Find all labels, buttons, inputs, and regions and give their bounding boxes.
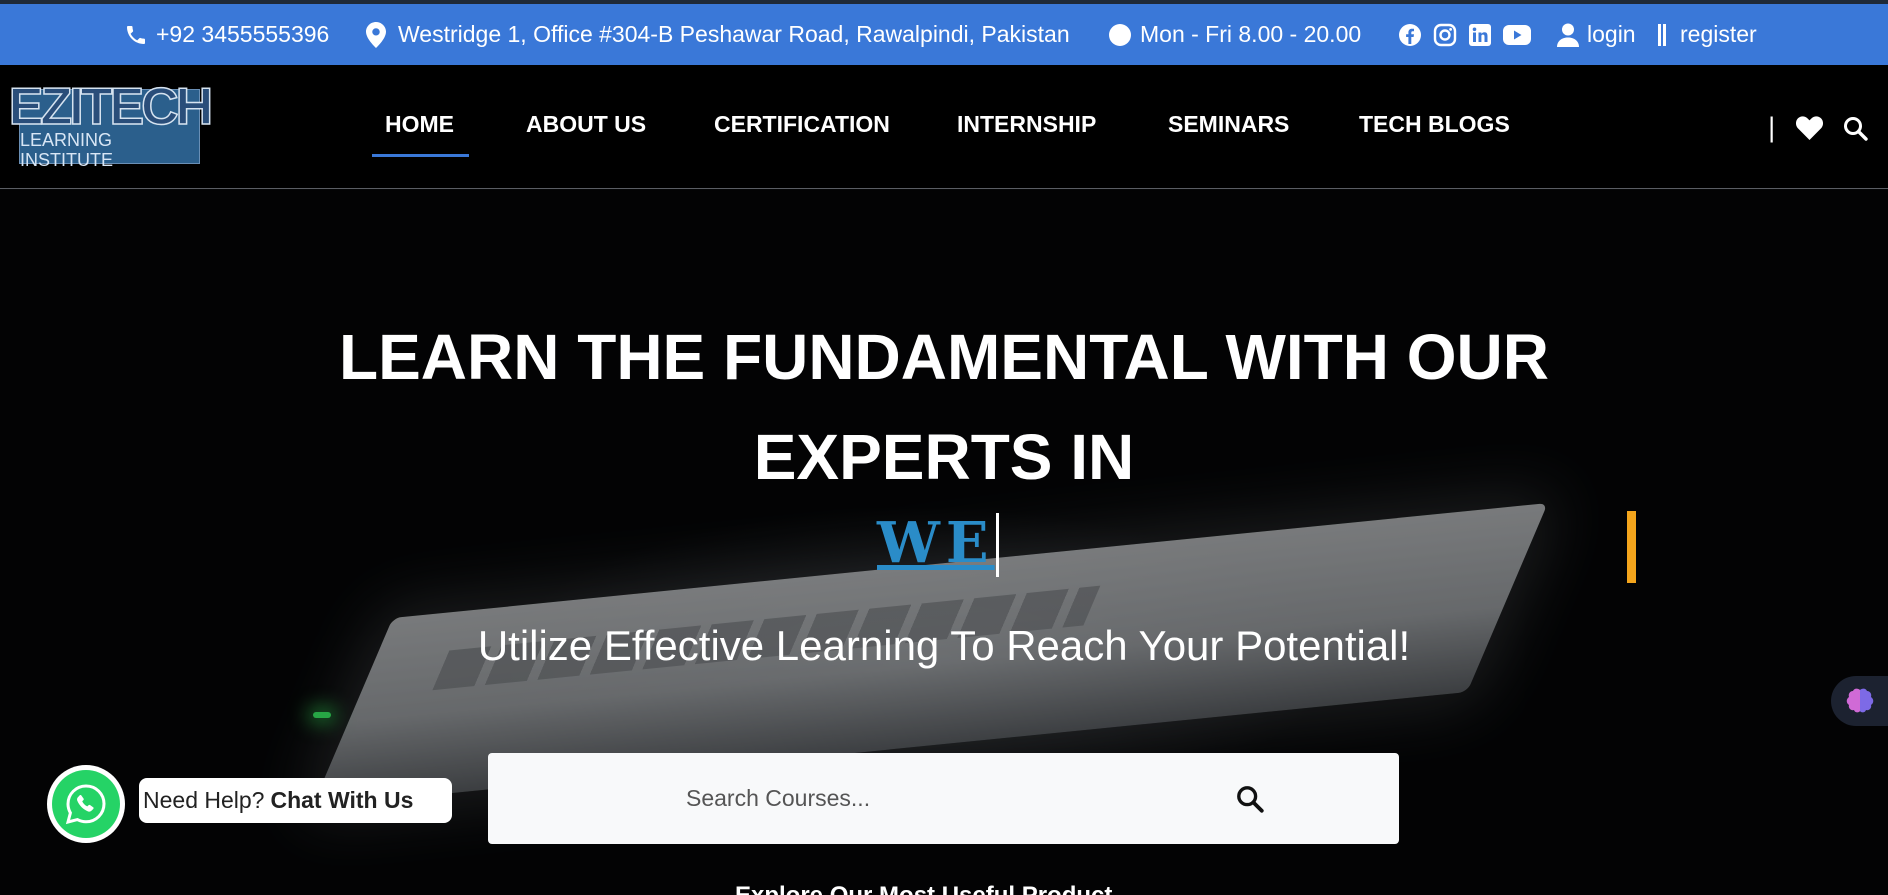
course-search-input[interactable]: [686, 785, 1399, 812]
location-pin-icon: [366, 21, 386, 48]
header-actions: |: [1767, 113, 1868, 143]
nav-seminars[interactable]: SEMINARS: [1168, 111, 1289, 138]
phone-contact[interactable]: +92 3455555396: [124, 4, 329, 65]
nav-about-us[interactable]: ABOUT US: [526, 111, 646, 138]
address-contact: Westridge 1, Office #304-B Peshawar Road…: [366, 4, 1070, 65]
nav-internship[interactable]: INTERNSHIP: [957, 111, 1096, 138]
typed-text: WE: [877, 510, 995, 576]
nav-tech-blogs[interactable]: TECH BLOGS: [1359, 111, 1510, 138]
login-label: login: [1587, 21, 1636, 47]
site-logo[interactable]: EZITECH LEARNING INSTITUTE: [8, 80, 214, 170]
search-icon[interactable]: [1843, 116, 1868, 141]
register-divider-icon: [1658, 23, 1666, 46]
logo-wordmark: EZITECH: [8, 77, 214, 136]
hero-subtitle: Utilize Effective Learning To Reach Your…: [477, 622, 1411, 669]
register-link[interactable]: register: [1656, 4, 1757, 65]
whatsapp-button[interactable]: [47, 765, 125, 843]
address-text: Westridge 1, Office #304-B Peshawar Road…: [398, 21, 1070, 47]
nav-home[interactable]: HOME: [385, 111, 454, 138]
youtube-icon[interactable]: [1503, 24, 1531, 46]
phone-icon: [127, 25, 145, 44]
help-prefix: Need Help?: [143, 787, 265, 813]
register-label: register: [1680, 21, 1757, 47]
phone-number: +92 3455555396: [156, 21, 330, 47]
typing-caret: [996, 513, 999, 577]
nav-certification[interactable]: CERTIFICATION: [714, 111, 890, 138]
explore-products-heading: Explore Our Most Useful Product: [735, 882, 1112, 895]
search-submit-icon[interactable]: [1236, 785, 1264, 813]
chat-cta: Chat With Us: [270, 787, 414, 813]
active-nav-indicator: [372, 154, 469, 157]
user-icon: [1557, 23, 1579, 47]
top-info-bar: +92 3455555396 Westridge 1, Office #304-…: [0, 0, 1888, 65]
decorative-orange-bar: [1627, 511, 1636, 583]
main-header: EZITECH LEARNING INSTITUTE HOME ABOUT US…: [0, 65, 1888, 189]
hours-text: Mon - Fri 8.00 - 20.00: [1140, 21, 1362, 47]
hero-title-line1: LEARN THE FUNDAMENTAL WITH OUR: [339, 321, 1549, 393]
header-divider: |: [1767, 113, 1776, 143]
clock-icon: [1109, 23, 1131, 46]
login-link[interactable]: login: [1557, 4, 1636, 65]
business-hours: Mon - Fri 8.00 - 20.00: [1108, 4, 1361, 65]
wishlist-heart-icon[interactable]: [1796, 116, 1823, 140]
social-links: [1398, 4, 1531, 65]
whatsapp-icon: [65, 784, 106, 825]
hero-title-line2: EXPERTS IN: [753, 421, 1135, 493]
brain-icon: [1846, 688, 1873, 713]
instagram-icon[interactable]: [1433, 23, 1457, 47]
floating-assistant-button[interactable]: [1831, 676, 1888, 726]
logo-subtitle: LEARNING INSTITUTE: [20, 129, 113, 170]
linkedin-icon[interactable]: [1468, 23, 1492, 47]
whatsapp-chat-bubble[interactable]: Need Help? Chat With Us: [139, 778, 452, 823]
facebook-icon[interactable]: [1398, 23, 1422, 47]
course-search-box: [488, 753, 1399, 844]
